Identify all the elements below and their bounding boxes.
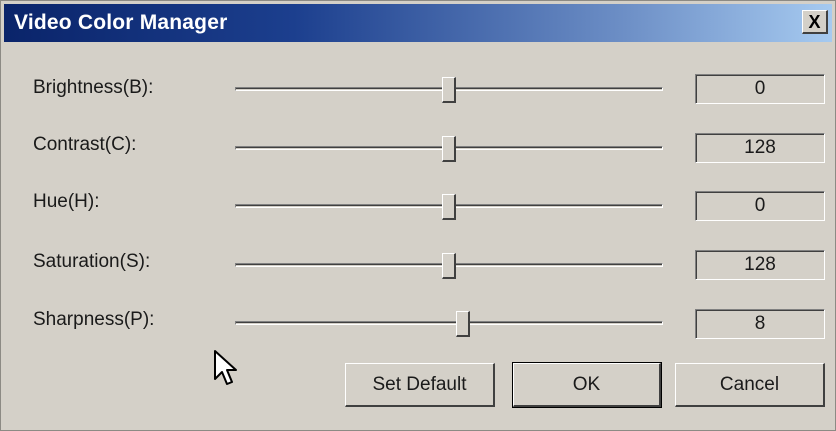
saturation-value: 128 [695, 250, 825, 280]
video-color-manager-dialog: Video Color Manager X Brightness(B): 0 C… [0, 0, 836, 431]
brightness-label: Brightness(B): [33, 77, 154, 98]
brightness-slider-thumb[interactable] [442, 77, 456, 103]
close-icon: X [808, 11, 821, 32]
sharpness-slider-thumb[interactable] [456, 311, 470, 337]
title-bar[interactable]: Video Color Manager X [4, 4, 832, 42]
contrast-label: Contrast(C): [33, 134, 137, 155]
brightness-value: 0 [695, 74, 825, 104]
arrow-cursor-icon [213, 349, 239, 394]
saturation-label: Saturation(S): [33, 251, 151, 272]
brightness-slider-track[interactable] [235, 77, 663, 103]
set-default-button[interactable]: Set Default [345, 363, 495, 407]
hue-label: Hue(H): [33, 191, 100, 212]
sharpness-value: 8 [695, 309, 825, 339]
sharpness-label: Sharpness(P): [33, 309, 155, 330]
hue-value: 0 [695, 191, 825, 221]
contrast-slider-track[interactable] [235, 136, 663, 162]
hue-slider-track[interactable] [235, 194, 663, 220]
contrast-slider-thumb[interactable] [442, 136, 456, 162]
sharpness-slider-track[interactable] [235, 311, 663, 337]
saturation-slider-thumb[interactable] [442, 253, 456, 279]
cancel-button[interactable]: Cancel [675, 363, 825, 407]
close-button[interactable]: X [802, 10, 828, 34]
contrast-value: 128 [695, 133, 825, 163]
saturation-slider-track[interactable] [235, 253, 663, 279]
hue-slider-thumb[interactable] [442, 194, 456, 220]
ok-button[interactable]: OK [512, 362, 662, 408]
window-title: Video Color Manager [14, 11, 228, 34]
